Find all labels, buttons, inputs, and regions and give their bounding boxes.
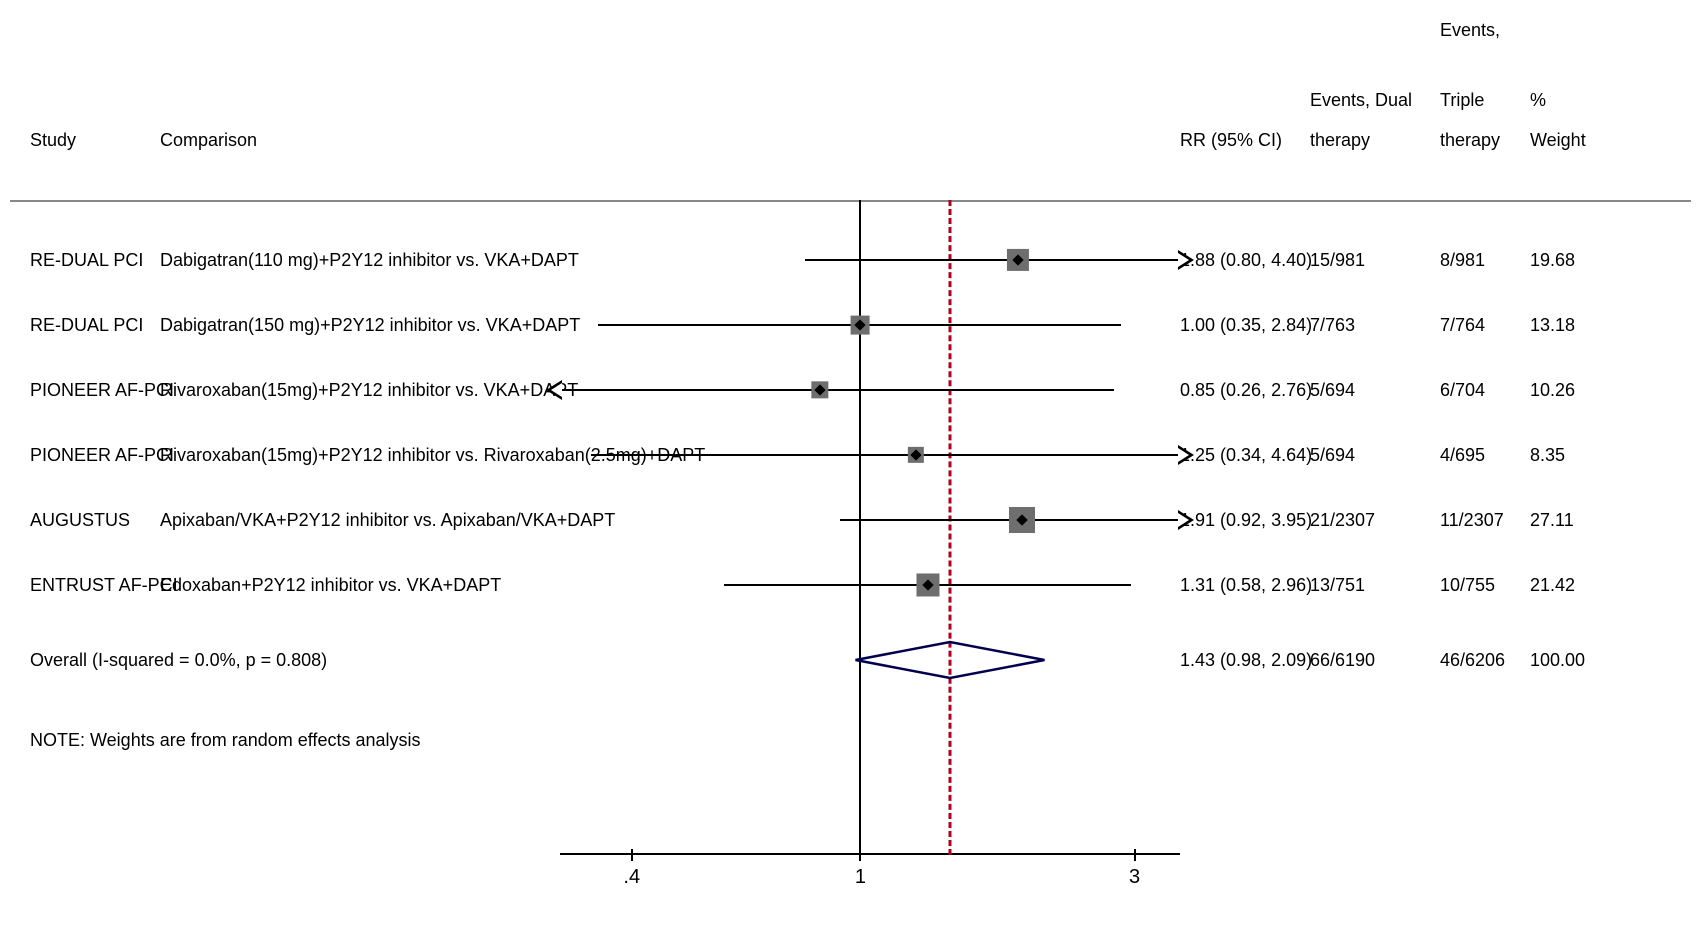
cell-wt: 27.11 bbox=[1530, 510, 1574, 531]
overall-wt: 100.00 bbox=[1530, 650, 1585, 671]
tick bbox=[631, 849, 633, 861]
cell-comparison: Rivaroxaban(15mg)+P2Y12 inhibitor vs. VK… bbox=[160, 380, 578, 401]
cell-dual: 7/763 bbox=[1310, 315, 1355, 336]
cell-comparison: Apixaban/VKA+P2Y12 inhibitor vs. Apixaba… bbox=[160, 510, 615, 531]
cell-study: RE-DUAL PCI bbox=[30, 250, 143, 271]
cell-comparison: Edoxaban+P2Y12 inhibitor vs. VKA+DAPT bbox=[160, 575, 501, 596]
content: Study Comparison RR (95% CI) Events, Dua… bbox=[10, 0, 1691, 949]
arrow-right-mask bbox=[1178, 513, 1189, 527]
cell-dual: 5/694 bbox=[1310, 380, 1355, 401]
overall-label: Overall (I-squared = 0.0%, p = 0.808) bbox=[30, 650, 327, 671]
col-comparison: Comparison bbox=[160, 130, 257, 151]
cell-trip: 6/704 bbox=[1440, 380, 1485, 401]
cell-rr: 1.31 (0.58, 2.96) bbox=[1180, 575, 1312, 596]
cell-wt: 10.26 bbox=[1530, 380, 1575, 401]
arrow-right-mask bbox=[1178, 448, 1189, 462]
cell-trip: 8/981 bbox=[1440, 250, 1485, 271]
note: NOTE: Weights are from random effects an… bbox=[30, 730, 420, 751]
col-weight: Weight bbox=[1530, 130, 1586, 151]
cell-rr: 1.25 (0.34, 4.64) bbox=[1180, 445, 1312, 466]
col-events-trip-b: Triple bbox=[1440, 90, 1484, 111]
overall-rr: 1.43 (0.98, 2.09) bbox=[1180, 650, 1312, 671]
ci-line bbox=[560, 389, 1114, 391]
arrow-left-mask bbox=[551, 383, 562, 397]
col-events-dual-a: Events, Dual bbox=[1310, 90, 1412, 111]
overall-dual: 66/6190 bbox=[1310, 650, 1375, 671]
col-pct: % bbox=[1530, 90, 1546, 111]
cell-comparison: Dabigatran(150 mg)+P2Y12 inhibitor vs. V… bbox=[160, 315, 580, 336]
cell-rr: 1.91 (0.92, 3.95) bbox=[1180, 510, 1312, 531]
col-events-trip-a: Events, bbox=[1440, 20, 1500, 41]
cell-study: AUGUSTUS bbox=[30, 510, 130, 531]
cell-dual: 13/751 bbox=[1310, 575, 1365, 596]
cell-study: PIONEER AF-PCI bbox=[30, 445, 174, 466]
cell-dual: 5/694 bbox=[1310, 445, 1355, 466]
cell-trip: 10/755 bbox=[1440, 575, 1495, 596]
cell-trip: 7/764 bbox=[1440, 315, 1485, 336]
forest-plot-page: Study Comparison RR (95% CI) Events, Dua… bbox=[0, 0, 1701, 949]
tick-label: .4 bbox=[623, 866, 640, 889]
tick-label: 1 bbox=[855, 866, 866, 889]
cell-trip: 11/2307 bbox=[1440, 510, 1504, 531]
cell-study: ENTRUST AF-PCI bbox=[30, 575, 178, 596]
cell-wt: 19.68 bbox=[1530, 250, 1575, 271]
cell-rr: 0.85 (0.26, 2.76) bbox=[1180, 380, 1312, 401]
col-study: Study bbox=[30, 130, 76, 151]
cell-rr: 1.00 (0.35, 2.84) bbox=[1180, 315, 1312, 336]
cell-dual: 15/981 bbox=[1310, 250, 1365, 271]
cell-comparison: Dabigatran(110 mg)+P2Y12 inhibitor vs. V… bbox=[160, 250, 579, 271]
cell-rr: 1.88 (0.80, 4.40) bbox=[1180, 250, 1312, 271]
cell-study: RE-DUAL PCI bbox=[30, 315, 143, 336]
cell-wt: 13.18 bbox=[1530, 315, 1575, 336]
overall-diamond bbox=[853, 640, 1046, 680]
arrow-right-mask bbox=[1178, 253, 1189, 267]
pooled-effect-line bbox=[948, 200, 951, 855]
overall-trip: 46/6206 bbox=[1440, 650, 1505, 671]
col-rr: RR (95% CI) bbox=[1180, 130, 1282, 151]
forest-plot: .413 bbox=[560, 200, 1180, 855]
cell-wt: 8.35 bbox=[1530, 445, 1565, 466]
table-header: Study Comparison RR (95% CI) Events, Dua… bbox=[10, 0, 1691, 180]
tick bbox=[859, 849, 861, 861]
tick bbox=[1134, 849, 1136, 861]
x-axis bbox=[560, 853, 1180, 855]
cell-trip: 4/695 bbox=[1440, 445, 1485, 466]
ci-line bbox=[805, 259, 1180, 261]
col-events-trip-c: therapy bbox=[1440, 130, 1500, 151]
cell-wt: 21.42 bbox=[1530, 575, 1575, 596]
tick-label: 3 bbox=[1129, 866, 1140, 889]
reference-line bbox=[859, 200, 861, 855]
cell-study: PIONEER AF-PCI bbox=[30, 380, 174, 401]
cell-dual: 21/2307 bbox=[1310, 510, 1375, 531]
ci-line bbox=[591, 454, 1180, 456]
col-events-dual-b: therapy bbox=[1310, 130, 1370, 151]
